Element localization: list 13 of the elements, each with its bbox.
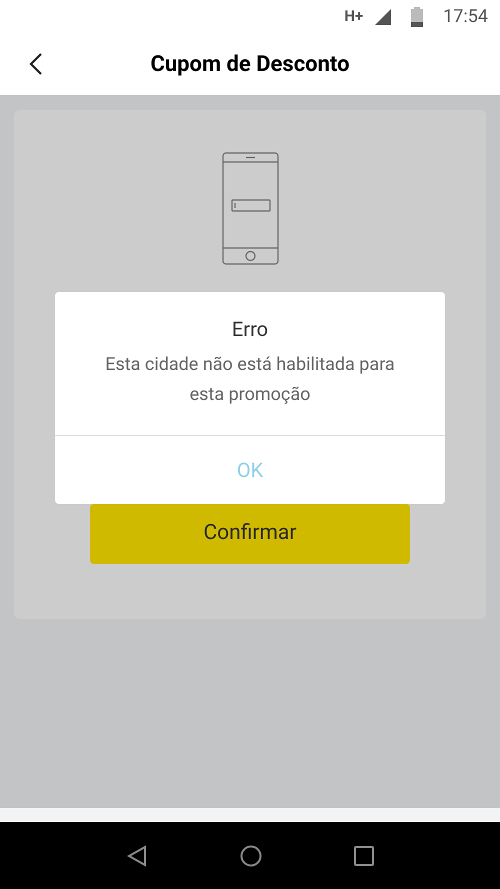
clock: 17:54 bbox=[443, 5, 488, 29]
page-title: Cupom de Desconto bbox=[150, 50, 350, 78]
home-icon[interactable] bbox=[240, 844, 262, 866]
dialog-message: Esta cidade não está habilitada para esta promoção bbox=[104, 353, 396, 407]
battery-icon bbox=[411, 6, 424, 26]
recents-icon[interactable] bbox=[354, 846, 374, 866]
dialog-title: Erro bbox=[232, 316, 268, 343]
back-icon bbox=[29, 52, 43, 76]
signal-icon bbox=[375, 8, 392, 24]
network-type: H+ bbox=[344, 6, 364, 28]
phone-icon bbox=[222, 152, 278, 265]
back-icon[interactable] bbox=[126, 844, 148, 866]
confirm-button[interactable]: Confirmar bbox=[90, 504, 410, 564]
